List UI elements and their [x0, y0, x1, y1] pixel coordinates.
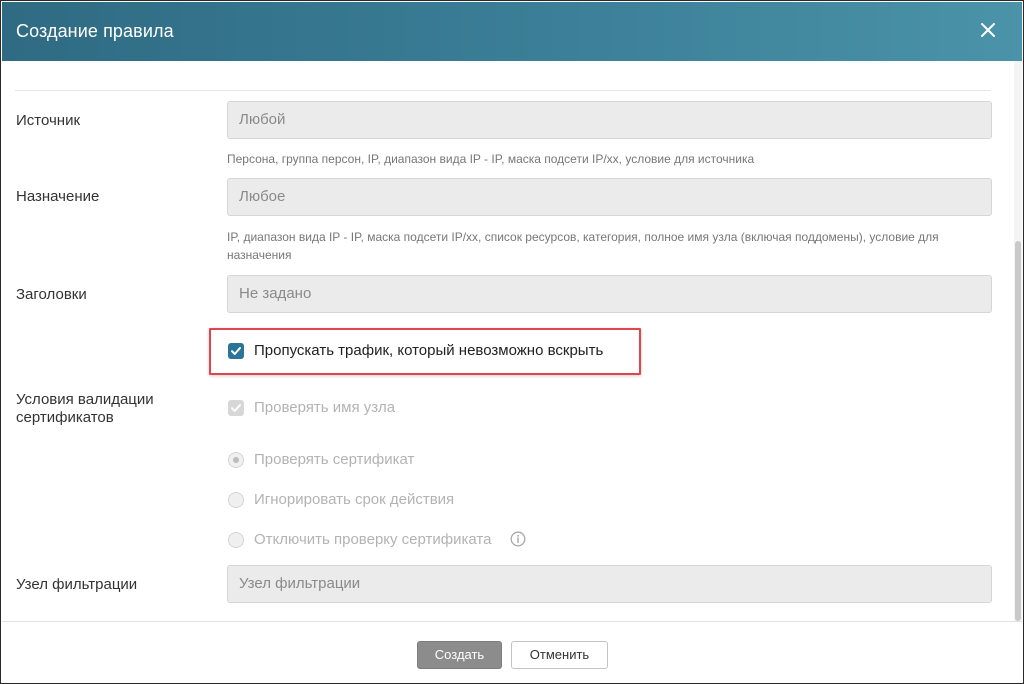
- destination-hint: IP, диапазон вида IP - IP, маска подсети…: [227, 230, 939, 262]
- radio-check-certificate[interactable]: [228, 452, 244, 468]
- check-host-checkbox[interactable]: [228, 400, 244, 416]
- radio-check-certificate-label: Проверять сертификат: [254, 451, 415, 468]
- destination-field[interactable]: Любое: [227, 178, 992, 216]
- source-field[interactable]: Любой: [227, 101, 992, 139]
- filter-node-label: Узел фильтрации: [16, 576, 138, 593]
- cancel-button[interactable]: Отменить: [511, 641, 608, 669]
- scrollbar[interactable]: [1014, 61, 1022, 621]
- radio-disable-check-label: Отключить проверку сертификата: [254, 531, 492, 548]
- divider: [15, 90, 991, 91]
- headers-label: Заголовки: [16, 286, 87, 303]
- create-rule-dialog: Создание правила Источник Любой Персона,…: [0, 0, 1024, 684]
- source-hint: Персона, группа персон, IP, диапазон вид…: [227, 152, 755, 166]
- filter-node-field[interactable]: Узел фильтрации: [227, 565, 992, 603]
- dialog-header: Создание правила: [2, 2, 1022, 61]
- destination-label: Назначение: [16, 188, 100, 205]
- radio-disable-check[interactable]: [228, 532, 244, 548]
- cert-validation-label: Условия валидации сертификатов: [16, 391, 154, 426]
- radio-ignore-expiry[interactable]: [228, 492, 244, 508]
- create-button[interactable]: Создать: [417, 641, 502, 669]
- radio-ignore-expiry-label: Игнорировать срок действия: [254, 491, 455, 508]
- info-icon[interactable]: [510, 531, 526, 547]
- scrollbar-thumb[interactable]: [1015, 241, 1021, 621]
- check-host-label: Проверять имя узла: [254, 399, 396, 416]
- footer-divider: [2, 621, 1022, 622]
- source-label: Источник: [16, 112, 81, 129]
- dialog-title: Создание правила: [16, 21, 174, 41]
- headers-field[interactable]: Не задано: [227, 275, 992, 313]
- skip-traffic-checkbox[interactable]: [228, 343, 244, 359]
- skip-traffic-label[interactable]: Пропускать трафик, который невозможно вс…: [254, 342, 603, 360]
- close-icon[interactable]: [976, 18, 1000, 42]
